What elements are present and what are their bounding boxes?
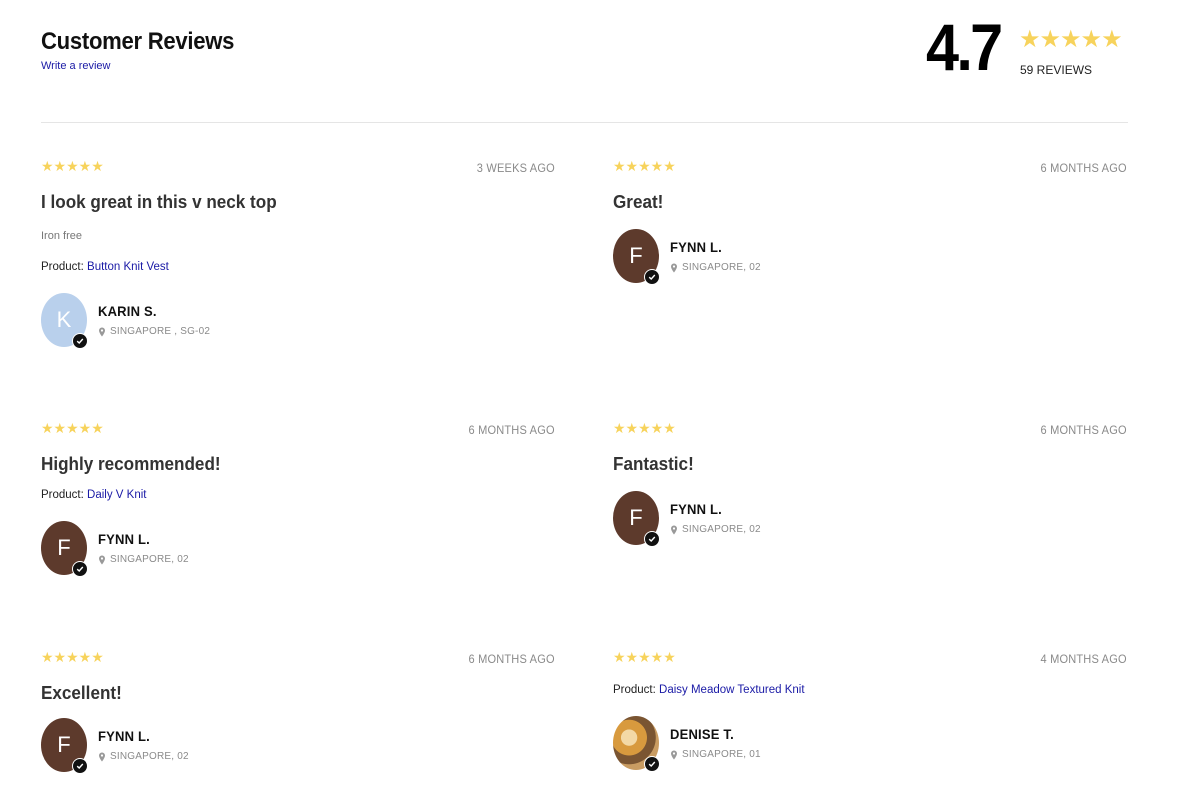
product-link[interactable]: Daisy Meadow Textured Knit xyxy=(659,684,805,696)
location-text: SINGAPORE, 01 xyxy=(682,749,761,760)
location-text: SINGAPORE, 02 xyxy=(682,524,761,535)
author-location: SINGAPORE, 02 xyxy=(670,524,761,535)
verified-badge-icon xyxy=(72,758,88,774)
review-product: Product: Daily V Knit xyxy=(41,489,146,501)
author-name: KARIN S. xyxy=(98,303,157,319)
verified-badge-icon xyxy=(644,756,660,772)
review-title: Highly recommended! xyxy=(41,454,221,474)
verified-badge-icon xyxy=(644,269,660,285)
average-stars: ★★★★★ xyxy=(1019,26,1123,53)
star-rating: ★★★★★ xyxy=(41,158,104,174)
review-date: 6 MONTHS AGO xyxy=(468,652,555,666)
review-product: Product: Daisy Meadow Textured Knit xyxy=(613,684,805,696)
product-label: Product: xyxy=(613,684,656,696)
review-title: Fantastic! xyxy=(613,454,694,474)
review-author: DENISE T. SINGAPORE, 01 xyxy=(613,716,1013,772)
review-title: I look great in this v neck top xyxy=(41,192,277,212)
avatar-initial: F xyxy=(629,243,643,268)
review-date: 6 MONTHS AGO xyxy=(1040,161,1127,175)
author-location: SINGAPORE , SG-02 xyxy=(98,326,210,337)
location-pin-icon xyxy=(99,752,105,761)
review-date: 6 MONTHS AGO xyxy=(468,423,555,437)
author-location: SINGAPORE, 01 xyxy=(670,749,761,760)
avatar-initial: K xyxy=(56,307,72,332)
review-author: F FYNN L. SINGAPORE, 02 xyxy=(41,521,441,577)
author-name: FYNN L. xyxy=(670,501,722,517)
write-review-link[interactable]: Write a review xyxy=(41,60,110,72)
author-location: SINGAPORE, 02 xyxy=(98,554,189,565)
avatar-initial: F xyxy=(629,505,643,530)
product-label: Product: xyxy=(41,489,84,501)
review-date: 6 MONTHS AGO xyxy=(1040,423,1127,437)
review-author: K KARIN S. SINGAPORE , SG-02 xyxy=(41,293,441,349)
location-text: SINGAPORE, 02 xyxy=(110,751,189,762)
review-count: 59 REVIEWS xyxy=(1020,63,1093,77)
review-author: F FYNN L. SINGAPORE, 02 xyxy=(41,718,441,774)
verified-badge-icon xyxy=(644,531,660,547)
star-rating: ★★★★★ xyxy=(41,420,104,436)
average-score: 4.7 xyxy=(926,10,1003,84)
star-rating: ★★★★★ xyxy=(613,420,676,436)
location-pin-icon xyxy=(671,525,677,534)
review-title: Excellent! xyxy=(41,683,122,703)
review-author: F FYNN L. SINGAPORE, 02 xyxy=(613,491,1013,547)
location-text: SINGAPORE , SG-02 xyxy=(110,326,211,337)
page-title: Customer Reviews xyxy=(41,28,235,55)
location-pin-icon xyxy=(99,555,105,564)
author-location: SINGAPORE, 02 xyxy=(670,262,761,273)
header-divider xyxy=(41,122,1128,123)
author-name: FYNN L. xyxy=(670,239,722,255)
location-pin-icon xyxy=(99,327,105,336)
review-author: F FYNN L. SINGAPORE, 02 xyxy=(613,229,1013,285)
review-date: 3 WEEKS AGO xyxy=(476,161,555,175)
star-rating: ★★★★★ xyxy=(613,649,676,665)
verified-badge-icon xyxy=(72,333,88,349)
location-text: SINGAPORE, 02 xyxy=(110,554,189,565)
location-pin-icon xyxy=(671,263,677,272)
product-link[interactable]: Button Knit Vest xyxy=(87,261,169,273)
review-product: Product: Button Knit Vest xyxy=(41,261,169,273)
review-title: Great! xyxy=(613,192,664,212)
verified-badge-icon xyxy=(72,561,88,577)
avatar-initial: F xyxy=(57,535,71,560)
author-name: DENISE T. xyxy=(670,726,734,742)
location-pin-icon xyxy=(671,750,677,759)
product-label: Product: xyxy=(41,261,84,273)
review-body: Iron free xyxy=(41,230,82,242)
author-name: FYNN L. xyxy=(98,728,150,744)
author-location: SINGAPORE, 02 xyxy=(98,751,189,762)
star-rating: ★★★★★ xyxy=(41,649,104,665)
avatar-initial: F xyxy=(57,732,71,757)
star-rating: ★★★★★ xyxy=(613,158,676,174)
review-date: 4 MONTHS AGO xyxy=(1040,652,1127,666)
location-text: SINGAPORE, 02 xyxy=(682,262,761,273)
author-name: FYNN L. xyxy=(98,531,150,547)
product-link[interactable]: Daily V Knit xyxy=(87,489,146,501)
